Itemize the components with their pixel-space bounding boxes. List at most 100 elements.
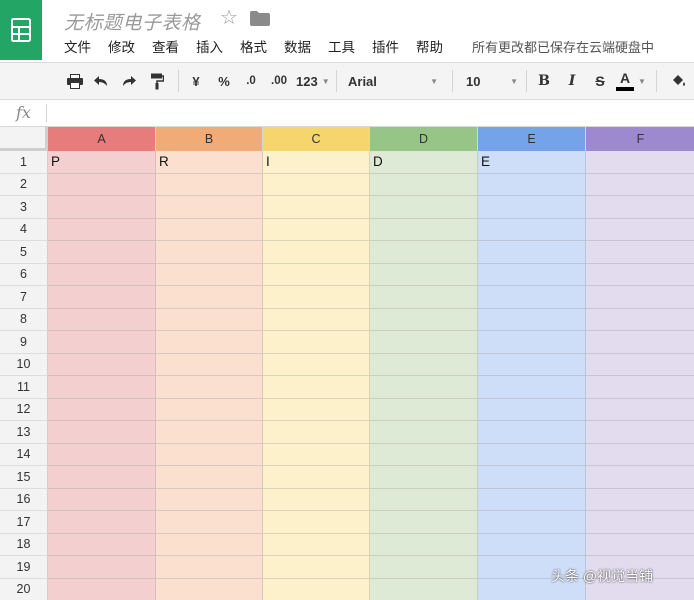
cell-e1[interactable]: E <box>478 151 586 174</box>
cell-b17[interactable] <box>156 511 263 534</box>
select-all-corner[interactable] <box>0 127 48 151</box>
cell-a3[interactable] <box>48 196 156 219</box>
sheets-logo-icon[interactable] <box>0 0 42 60</box>
cell-d10[interactable] <box>370 353 478 376</box>
cell-d2[interactable] <box>370 173 478 196</box>
cell-b12[interactable] <box>156 398 263 421</box>
cell-b3[interactable] <box>156 196 263 219</box>
cell-b7[interactable] <box>156 286 263 309</box>
cell-b10[interactable] <box>156 353 263 376</box>
cell-f9[interactable] <box>586 331 694 354</box>
cell-d8[interactable] <box>370 308 478 331</box>
cell-e7[interactable] <box>478 286 586 309</box>
cell-a5[interactable] <box>48 241 156 264</box>
cell-c13[interactable] <box>263 421 370 444</box>
cell-c18[interactable] <box>263 533 370 556</box>
cell-d3[interactable] <box>370 196 478 219</box>
cell-b19[interactable] <box>156 556 263 579</box>
cell-e12[interactable] <box>478 398 586 421</box>
cell-f16[interactable] <box>586 488 694 511</box>
cell-c15[interactable] <box>263 466 370 489</box>
row-header[interactable]: 1 <box>0 151 48 174</box>
currency-button[interactable]: ¥ <box>186 63 206 99</box>
cell-f8[interactable] <box>586 308 694 331</box>
cell-c8[interactable] <box>263 308 370 331</box>
cell-c12[interactable] <box>263 398 370 421</box>
cell-e6[interactable] <box>478 263 586 286</box>
cell-e3[interactable] <box>478 196 586 219</box>
cell-a16[interactable] <box>48 488 156 511</box>
cell-b1[interactable]: R <box>156 151 263 174</box>
cell-b14[interactable] <box>156 443 263 466</box>
cell-f4[interactable] <box>586 218 694 241</box>
cell-a4[interactable] <box>48 218 156 241</box>
cell-a12[interactable] <box>48 398 156 421</box>
cell-a9[interactable] <box>48 331 156 354</box>
cell-c19[interactable] <box>263 556 370 579</box>
column-header-f[interactable]: F <box>586 127 694 151</box>
cell-f18[interactable] <box>586 533 694 556</box>
cell-f13[interactable] <box>586 421 694 444</box>
cell-d1[interactable]: D <box>370 151 478 174</box>
folder-icon[interactable] <box>250 11 270 31</box>
cell-a2[interactable] <box>48 173 156 196</box>
cell-c17[interactable] <box>263 511 370 534</box>
cell-d6[interactable] <box>370 263 478 286</box>
cell-c2[interactable] <box>263 173 370 196</box>
cell-d9[interactable] <box>370 331 478 354</box>
italic-button[interactable]: I <box>562 63 582 99</box>
menu-edit[interactable]: 修改 <box>108 38 135 58</box>
cell-b16[interactable] <box>156 488 263 511</box>
cell-f6[interactable] <box>586 263 694 286</box>
cell-e14[interactable] <box>478 443 586 466</box>
menu-help[interactable]: 帮助 <box>416 38 443 58</box>
row-header[interactable]: 9 <box>0 331 48 354</box>
paint-format-icon[interactable] <box>146 63 168 99</box>
cell-f10[interactable] <box>586 353 694 376</box>
column-header-b[interactable]: B <box>156 127 263 151</box>
cell-a10[interactable] <box>48 353 156 376</box>
cell-d16[interactable] <box>370 488 478 511</box>
cell-d5[interactable] <box>370 241 478 264</box>
cell-b15[interactable] <box>156 466 263 489</box>
cell-c6[interactable] <box>263 263 370 286</box>
row-header[interactable]: 2 <box>0 173 48 196</box>
bold-button[interactable]: B <box>534 63 554 99</box>
row-header[interactable]: 6 <box>0 263 48 286</box>
cell-a20[interactable] <box>48 578 156 600</box>
cell-e10[interactable] <box>478 353 586 376</box>
cell-f12[interactable] <box>586 398 694 421</box>
cell-e8[interactable] <box>478 308 586 331</box>
decrease-decimal-button[interactable]: .0 <box>240 63 262 99</box>
cell-d17[interactable] <box>370 511 478 534</box>
cell-f3[interactable] <box>586 196 694 219</box>
cell-f15[interactable] <box>586 466 694 489</box>
cell-e15[interactable] <box>478 466 586 489</box>
column-header-d[interactable]: D <box>370 127 478 151</box>
cell-e4[interactable] <box>478 218 586 241</box>
menu-file[interactable]: 文件 <box>64 38 91 58</box>
cell-a7[interactable] <box>48 286 156 309</box>
cell-c1[interactable]: I <box>263 151 370 174</box>
row-header[interactable]: 17 <box>0 511 48 534</box>
cell-e11[interactable] <box>478 376 586 399</box>
cell-c9[interactable] <box>263 331 370 354</box>
cell-c14[interactable] <box>263 443 370 466</box>
cell-d20[interactable] <box>370 578 478 600</box>
cell-c3[interactable] <box>263 196 370 219</box>
cell-c20[interactable] <box>263 578 370 600</box>
redo-icon[interactable] <box>118 63 140 99</box>
cell-f2[interactable] <box>586 173 694 196</box>
cell-c4[interactable] <box>263 218 370 241</box>
cell-e17[interactable] <box>478 511 586 534</box>
cell-c16[interactable] <box>263 488 370 511</box>
cell-a1[interactable]: P <box>48 151 156 174</box>
row-header[interactable]: 4 <box>0 218 48 241</box>
cell-e9[interactable] <box>478 331 586 354</box>
cell-a8[interactable] <box>48 308 156 331</box>
row-header[interactable]: 20 <box>0 578 48 600</box>
cell-b2[interactable] <box>156 173 263 196</box>
column-header-c[interactable]: C <box>263 127 370 151</box>
fill-color-icon[interactable] <box>664 63 694 99</box>
cell-a18[interactable] <box>48 533 156 556</box>
